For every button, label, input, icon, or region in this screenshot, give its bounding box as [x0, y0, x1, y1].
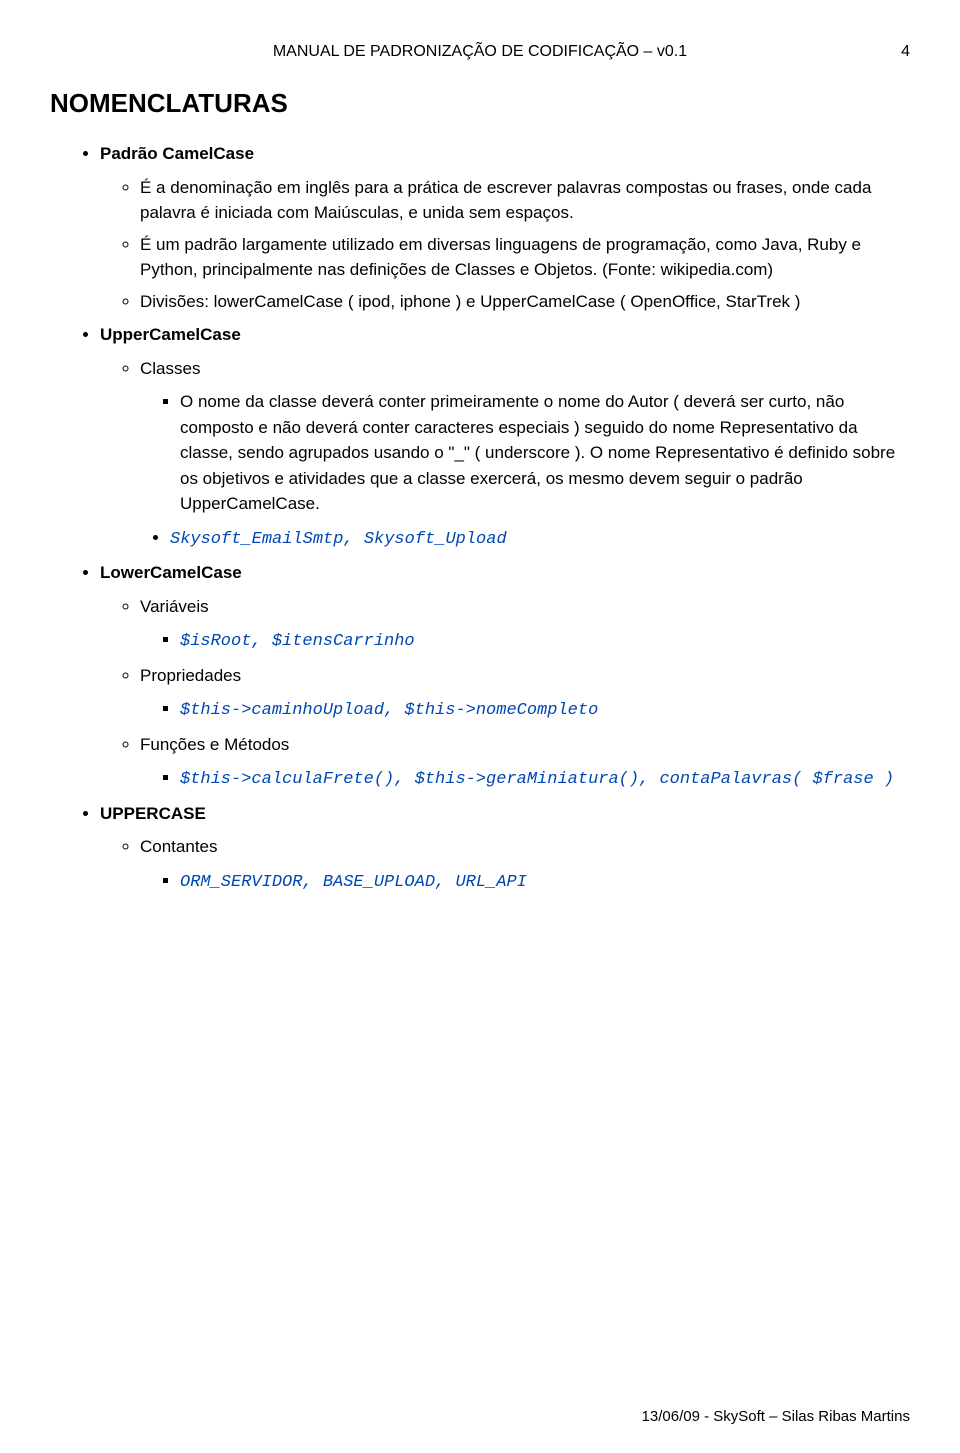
classes-code-item: Skysoft_EmailSmtp, Skysoft_Upload	[170, 525, 910, 553]
section-lower: LowerCamelCase Variáveis $isRoot, $itens…	[100, 560, 910, 793]
variaveis-title: Variáveis	[140, 597, 209, 616]
camelcase-p3: Divisões: lowerCamelCase ( ipod, iphone …	[140, 289, 910, 315]
classes-code: Skysoft_EmailSmtp, Skysoft_Upload	[170, 530, 507, 549]
lower-title: LowerCamelCase	[100, 563, 242, 582]
section-camelcase: Padrão CamelCase É a denominação em ingl…	[100, 141, 910, 314]
lower-propriedades: Propriedades $this->caminhoUpload, $this…	[140, 663, 910, 724]
funcoes-title: Funções e Métodos	[140, 735, 289, 754]
page-footer: 13/06/09 - SkySoft – Silas Ribas Martins	[642, 1406, 910, 1429]
propriedades-sublist: $this->caminhoUpload, $this->nomeComplet…	[140, 696, 910, 724]
propriedades-code: $this->caminhoUpload, $this->nomeComplet…	[180, 701, 598, 720]
funcoes-code-item: $this->calculaFrete(), $this->geraMiniat…	[180, 765, 910, 793]
contantes-title: Contantes	[140, 837, 218, 856]
classes-p1: O nome da classe deverá conter primeiram…	[180, 389, 910, 517]
page-title: NOMENCLATURAS	[50, 84, 910, 123]
contantes-sublist: ORM_SERVIDOR, BASE_UPLOAD, URL_API	[140, 868, 910, 896]
section-upper: UpperCamelCase Classes O nome da classe …	[100, 322, 910, 552]
variaveis-code: $isRoot, $itensCarrinho	[180, 632, 415, 651]
upper-classes: Classes O nome da classe deverá conter p…	[140, 356, 910, 553]
upper-title: UpperCamelCase	[100, 325, 241, 344]
lower-funcoes: Funções e Métodos $this->calculaFrete(),…	[140, 732, 910, 793]
uppercase-contantes: Contantes ORM_SERVIDOR, BASE_UPLOAD, URL…	[140, 834, 910, 895]
classes-title: Classes	[140, 359, 200, 378]
section-uppercase: UPPERCASE Contantes ORM_SERVIDOR, BASE_U…	[100, 801, 910, 896]
camelcase-title: Padrão CamelCase	[100, 144, 254, 163]
page-header: MANUAL DE PADRONIZAÇÃO DE CODIFICAÇÃO – …	[50, 40, 910, 64]
funcoes-sublist: $this->calculaFrete(), $this->geraMiniat…	[140, 765, 910, 793]
classes-sublist: O nome da classe deverá conter primeiram…	[140, 389, 910, 517]
page-number: 4	[901, 40, 910, 64]
camelcase-p2: É um padrão largamente utilizado em dive…	[140, 232, 910, 283]
propriedades-title: Propriedades	[140, 666, 241, 685]
variaveis-code-item: $isRoot, $itensCarrinho	[180, 627, 910, 655]
contantes-code-item: ORM_SERVIDOR, BASE_UPLOAD, URL_API	[180, 868, 910, 896]
main-list: Padrão CamelCase É a denominação em ingl…	[50, 141, 910, 895]
contantes-code: ORM_SERVIDOR, BASE_UPLOAD, URL_API	[180, 873, 527, 892]
upper-sublist: Classes O nome da classe deverá conter p…	[100, 356, 910, 553]
uppercase-sublist: Contantes ORM_SERVIDOR, BASE_UPLOAD, URL…	[100, 834, 910, 895]
lower-sublist: Variáveis $isRoot, $itensCarrinho Propri…	[100, 594, 910, 793]
propriedades-code-item: $this->caminhoUpload, $this->nomeComplet…	[180, 696, 910, 724]
camelcase-p1: É a denominação em inglês para a prática…	[140, 175, 910, 226]
camelcase-sublist: É a denominação em inglês para a prática…	[100, 175, 910, 315]
classes-code-list: Skysoft_EmailSmtp, Skysoft_Upload	[140, 525, 910, 553]
header-title: MANUAL DE PADRONIZAÇÃO DE CODIFICAÇÃO – …	[273, 43, 687, 60]
variaveis-sublist: $isRoot, $itensCarrinho	[140, 627, 910, 655]
lower-variaveis: Variáveis $isRoot, $itensCarrinho	[140, 594, 910, 655]
uppercase-title: UPPERCASE	[100, 804, 206, 823]
funcoes-code: $this->calculaFrete(), $this->geraMiniat…	[180, 770, 894, 789]
